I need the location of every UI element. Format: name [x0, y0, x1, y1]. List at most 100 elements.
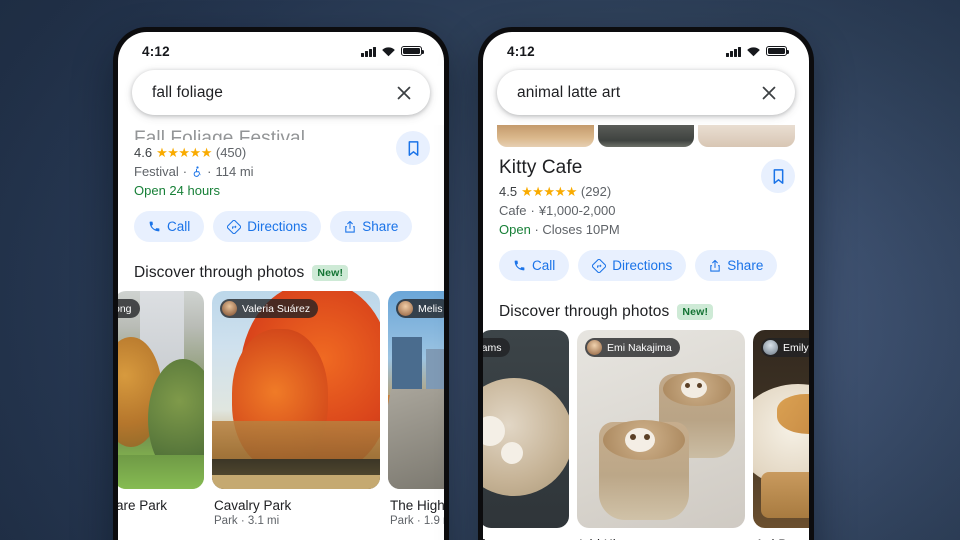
open-status: Open — [499, 222, 531, 237]
photo-caption: Cavalry Park Park · 3.1 mi — [212, 489, 380, 527]
photo-card[interactable]: liams fe — [483, 330, 569, 540]
avatar — [222, 301, 237, 316]
avatar — [398, 301, 413, 316]
share-button[interactable]: Share — [330, 211, 413, 242]
share-icon — [710, 259, 721, 272]
call-label: Call — [532, 258, 556, 273]
directions-diamond-icon — [227, 219, 242, 234]
discover-header: Discover through photos New! — [118, 242, 444, 291]
photo-attribution: Melis — [396, 299, 444, 318]
directions-label: Directions — [247, 219, 308, 234]
photo-attribution: Valeria Suárez — [220, 299, 319, 318]
strip-thumb[interactable] — [497, 125, 594, 147]
strip-thumb[interactable] — [597, 125, 695, 147]
photo-author: Emi Nakajima — [607, 341, 672, 354]
save-button[interactable] — [761, 159, 795, 193]
directions-label: Directions — [612, 258, 673, 273]
bookmark-icon — [408, 140, 418, 156]
photo-thumbnail[interactable]: Melis — [388, 291, 444, 489]
photo-attribution: Emi Nakajima — [585, 338, 680, 357]
directions-diamond-icon — [592, 258, 607, 273]
photo-caption: Aoi Bar — [753, 528, 809, 540]
phone-screen-right: 4:12 animal latte art Kitty Cafe 4.5 ★★★… — [483, 32, 809, 540]
save-button[interactable] — [396, 131, 430, 165]
photo-carousel[interactable]: ong are Park — [118, 291, 444, 527]
rating-stars: ★★★★★ — [156, 145, 212, 160]
search-input[interactable]: fall foliage — [152, 84, 385, 102]
place-meta: Cafe · ¥1,000-2,000 — [499, 203, 793, 218]
photo-attribution: liams — [483, 338, 510, 357]
search-container: fall foliage — [118, 66, 444, 125]
photo-thumbnail[interactable]: Emily — [753, 330, 809, 528]
phone-icon — [149, 221, 160, 232]
share-label: Share — [362, 219, 399, 234]
photo-title: Cavalry Park — [214, 498, 292, 513]
photo-card[interactable]: Emi Nakajima Ichi Kissa — [577, 330, 745, 540]
place-card[interactable]: Kitty Cafe 4.5 ★★★★★ (292) Cafe · ¥1,000… — [483, 147, 809, 237]
battery-full-icon — [766, 45, 790, 57]
photo-card[interactable]: Valeria Suárez Cavalry Park Park · 3.1 m… — [212, 291, 380, 527]
search-bar[interactable]: fall foliage — [132, 70, 430, 115]
photo-author: liams — [483, 341, 502, 354]
place-category: Festival — [134, 164, 179, 179]
photo-subtitle: Park · 3.1 mi — [214, 515, 280, 527]
status-bar: 4:12 — [118, 32, 444, 66]
photo-carousel[interactable]: liams fe — [483, 330, 809, 540]
signal-bars-icon — [726, 46, 741, 57]
rating-row: 4.6 ★★★★★ (450) — [134, 145, 428, 160]
wifi-icon — [747, 46, 760, 56]
wifi-icon — [382, 46, 395, 56]
photo-author: Emily — [783, 341, 809, 354]
photo-caption: are Park — [118, 489, 204, 513]
search-bar[interactable]: animal latte art — [497, 70, 795, 115]
photo-thumbnail[interactable]: Valeria Suárez — [212, 291, 380, 489]
battery-full-icon — [401, 45, 425, 57]
bookmark-icon — [773, 168, 783, 184]
photo-thumbnail[interactable]: ong — [118, 291, 204, 489]
meta-dot-2: · — [207, 164, 212, 179]
photo-attribution: Emily — [761, 338, 809, 357]
share-button[interactable]: Share — [695, 250, 778, 281]
wheelchair-accessible-icon — [193, 166, 201, 177]
photo-thumbnail[interactable]: liams — [483, 330, 569, 528]
status-clock: 4:12 — [507, 43, 535, 59]
place-meta: Festival · · 114 mi — [134, 164, 428, 179]
call-label: Call — [167, 219, 191, 234]
action-chips: Call Directions Share — [483, 237, 809, 281]
directions-button[interactable]: Directions — [213, 211, 322, 242]
call-button[interactable]: Call — [499, 250, 570, 281]
phone-mockup-left: 4:12 fall foliage Fall Foliage Festival — [113, 27, 449, 540]
directions-button[interactable]: Directions — [578, 250, 687, 281]
call-button[interactable]: Call — [134, 211, 205, 242]
place-hours: Open · Closes 10PM — [499, 222, 793, 237]
open-status: Open 24 hours — [134, 183, 221, 198]
phone-screen-left: 4:12 fall foliage Fall Foliage Festival — [118, 32, 444, 540]
photo-author: ong — [118, 302, 132, 315]
close-icon[interactable] — [758, 82, 780, 104]
discover-title: Discover through photos — [134, 264, 305, 281]
photo-author: Melis — [418, 302, 443, 315]
review-count: (292) — [580, 184, 612, 199]
search-input[interactable]: animal latte art — [517, 84, 750, 102]
discover-header: Discover through photos New! — [483, 281, 809, 330]
status-bar: 4:12 — [483, 32, 809, 66]
rating-value: 4.6 — [134, 145, 153, 160]
photo-title: are Park — [118, 498, 168, 513]
photo-card[interactable]: Emily Aoi Bar — [753, 330, 809, 540]
search-container: animal latte art — [483, 66, 809, 125]
photo-attribution: ong — [118, 299, 140, 318]
photo-card[interactable]: ong are Park — [118, 291, 204, 527]
photo-thumbnail[interactable]: Emi Nakajima — [577, 330, 745, 528]
photo-caption: fe — [483, 528, 569, 540]
signal-bars-icon — [361, 46, 376, 57]
status-icons — [361, 45, 425, 57]
close-icon[interactable] — [393, 82, 415, 104]
place-title: Fall Foliage Festival — [134, 129, 306, 140]
strip-thumb[interactable] — [698, 125, 796, 147]
photo-strip-clipped[interactable] — [483, 125, 809, 147]
place-card[interactable]: Fall Foliage Festival 4.6 ★★★★★ (450) Fe… — [118, 125, 444, 198]
photo-card[interactable]: Melis The High Park · 1.9 m — [388, 291, 444, 527]
rating-value: 4.5 — [499, 184, 518, 199]
new-badge: New! — [677, 303, 714, 321]
avatar — [587, 340, 602, 355]
